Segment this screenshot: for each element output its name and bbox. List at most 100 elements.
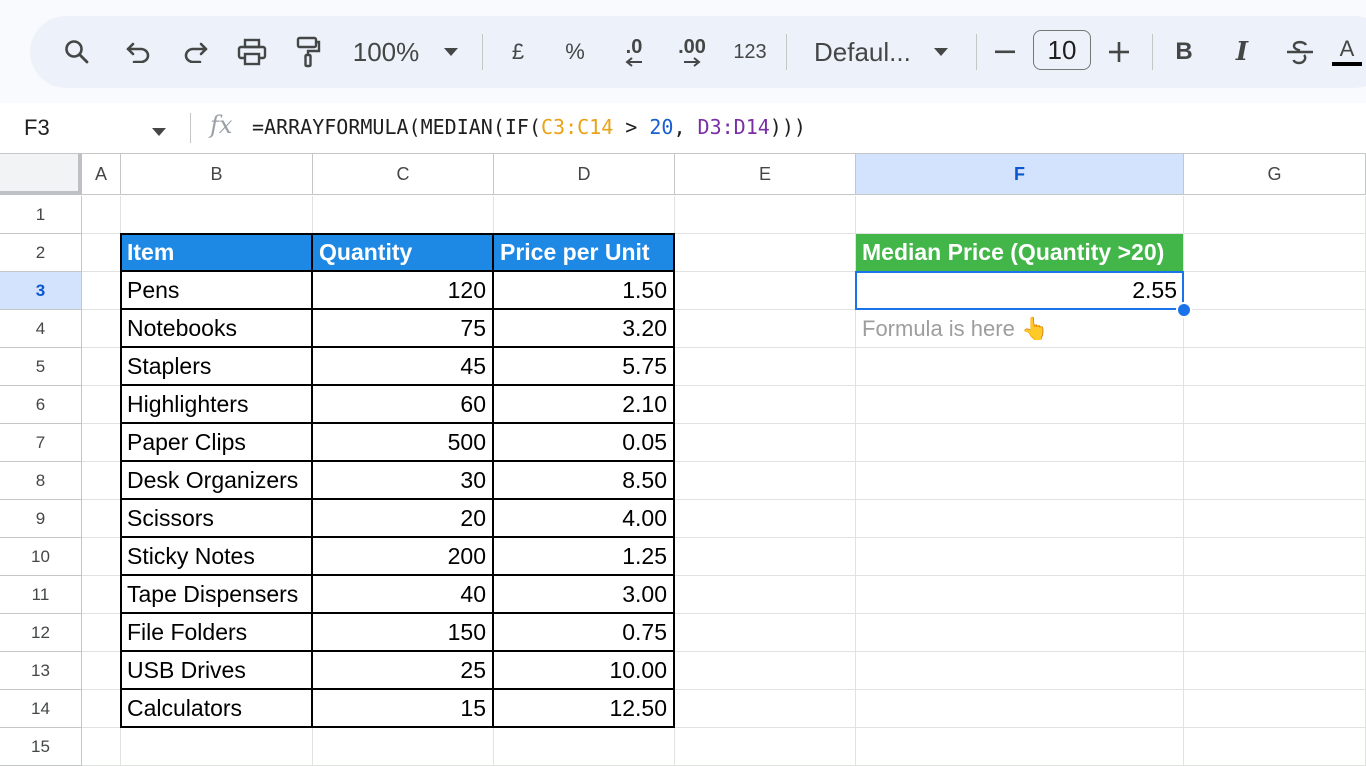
cell[interactable]: [1184, 728, 1366, 766]
row-header-8[interactable]: 8: [0, 462, 82, 500]
column-header-d[interactable]: D: [494, 153, 675, 195]
cell[interactable]: [82, 690, 121, 728]
cell[interactable]: [856, 196, 1184, 234]
more-formats-button[interactable]: 123: [730, 32, 770, 72]
table-header-cell[interactable]: Item: [121, 234, 313, 272]
row-header-10[interactable]: 10: [0, 538, 82, 576]
row-header-14[interactable]: 14: [0, 690, 82, 728]
redo-button[interactable]: [178, 32, 212, 72]
price-cell[interactable]: 4.00: [494, 500, 675, 538]
text-color-button[interactable]: A: [1330, 32, 1364, 72]
item-cell[interactable]: Calculators: [121, 690, 313, 728]
column-header-a[interactable]: A: [82, 153, 121, 195]
cell[interactable]: [675, 196, 856, 234]
item-cell[interactable]: Notebooks: [121, 310, 313, 348]
item-cell[interactable]: Tape Dispensers: [121, 576, 313, 614]
print-button[interactable]: [234, 32, 270, 72]
cell[interactable]: [313, 728, 494, 766]
item-cell[interactable]: File Folders: [121, 614, 313, 652]
cell[interactable]: [675, 500, 856, 538]
quantity-cell[interactable]: 150: [313, 614, 494, 652]
name-box[interactable]: F3: [24, 115, 50, 141]
row-header-1[interactable]: 1: [0, 196, 82, 234]
quantity-cell[interactable]: 15: [313, 690, 494, 728]
quantity-cell[interactable]: 75: [313, 310, 494, 348]
cell[interactable]: [313, 196, 494, 234]
column-header-e[interactable]: E: [675, 153, 856, 195]
cell[interactable]: [675, 690, 856, 728]
italic-button[interactable]: I: [1228, 32, 1256, 72]
cell[interactable]: [82, 310, 121, 348]
cell[interactable]: [1184, 234, 1366, 272]
quantity-cell[interactable]: 120: [313, 272, 494, 310]
cell[interactable]: [1184, 196, 1366, 234]
formula-note-cell[interactable]: Formula is here 👆: [856, 310, 1184, 348]
font-family-select[interactable]: Defaul...: [814, 32, 911, 72]
cell[interactable]: [82, 652, 121, 690]
cell[interactable]: [1184, 272, 1366, 310]
cell[interactable]: [82, 424, 121, 462]
cell[interactable]: [856, 348, 1184, 386]
cell[interactable]: [675, 272, 856, 310]
price-cell[interactable]: 0.75: [494, 614, 675, 652]
paint-format-button[interactable]: [292, 32, 324, 72]
item-cell[interactable]: Staplers: [121, 348, 313, 386]
cell[interactable]: [82, 538, 121, 576]
row-header-4[interactable]: 4: [0, 310, 82, 348]
cell[interactable]: [1184, 500, 1366, 538]
quantity-cell[interactable]: 40: [313, 576, 494, 614]
strikethrough-button[interactable]: [1284, 32, 1316, 72]
zoom-select[interactable]: 100%: [352, 32, 420, 72]
cell[interactable]: [675, 348, 856, 386]
item-cell[interactable]: Desk Organizers: [121, 462, 313, 500]
bold-button[interactable]: B: [1170, 32, 1198, 72]
cell[interactable]: [82, 576, 121, 614]
column-header-g[interactable]: G: [1184, 153, 1366, 195]
decrease-font-size-button[interactable]: [992, 32, 1018, 72]
quantity-cell[interactable]: 20: [313, 500, 494, 538]
price-cell[interactable]: 1.25: [494, 538, 675, 576]
cell[interactable]: [82, 728, 121, 766]
cell[interactable]: [1184, 576, 1366, 614]
currency-format-button[interactable]: £: [504, 32, 532, 72]
column-header-b[interactable]: B: [121, 153, 313, 195]
cell[interactable]: [1184, 538, 1366, 576]
cell[interactable]: [675, 424, 856, 462]
cell[interactable]: [82, 386, 121, 424]
cell[interactable]: [675, 576, 856, 614]
cell[interactable]: [82, 348, 121, 386]
cell[interactable]: [1184, 424, 1366, 462]
row-header-2[interactable]: 2: [0, 234, 82, 272]
cell[interactable]: [82, 500, 121, 538]
row-header-5[interactable]: 5: [0, 348, 82, 386]
cell[interactable]: [1184, 310, 1366, 348]
cell[interactable]: [675, 234, 856, 272]
cell[interactable]: [82, 234, 121, 272]
select-all-corner[interactable]: [0, 153, 82, 195]
cell[interactable]: [675, 652, 856, 690]
price-cell[interactable]: 8.50: [494, 462, 675, 500]
cell[interactable]: [675, 614, 856, 652]
cell[interactable]: [675, 728, 856, 766]
item-cell[interactable]: USB Drives: [121, 652, 313, 690]
increase-font-size-button[interactable]: [1106, 32, 1132, 72]
cell[interactable]: [121, 728, 313, 766]
price-cell[interactable]: 3.00: [494, 576, 675, 614]
cell[interactable]: [1184, 652, 1366, 690]
quantity-cell[interactable]: 200: [313, 538, 494, 576]
cell[interactable]: [856, 462, 1184, 500]
price-cell[interactable]: 5.75: [494, 348, 675, 386]
row-header-11[interactable]: 11: [0, 576, 82, 614]
result-header-cell[interactable]: Median Price (Quantity >20): [856, 234, 1184, 272]
zoom-dropdown-button[interactable]: [440, 32, 462, 72]
quantity-cell[interactable]: 60: [313, 386, 494, 424]
price-cell[interactable]: 12.50: [494, 690, 675, 728]
cell[interactable]: [1184, 462, 1366, 500]
column-header-c[interactable]: C: [313, 153, 494, 195]
cell[interactable]: [856, 538, 1184, 576]
cell[interactable]: [82, 196, 121, 234]
item-cell[interactable]: Pens: [121, 272, 313, 310]
row-header-13[interactable]: 13: [0, 652, 82, 690]
cell[interactable]: [1184, 614, 1366, 652]
cell[interactable]: [675, 538, 856, 576]
